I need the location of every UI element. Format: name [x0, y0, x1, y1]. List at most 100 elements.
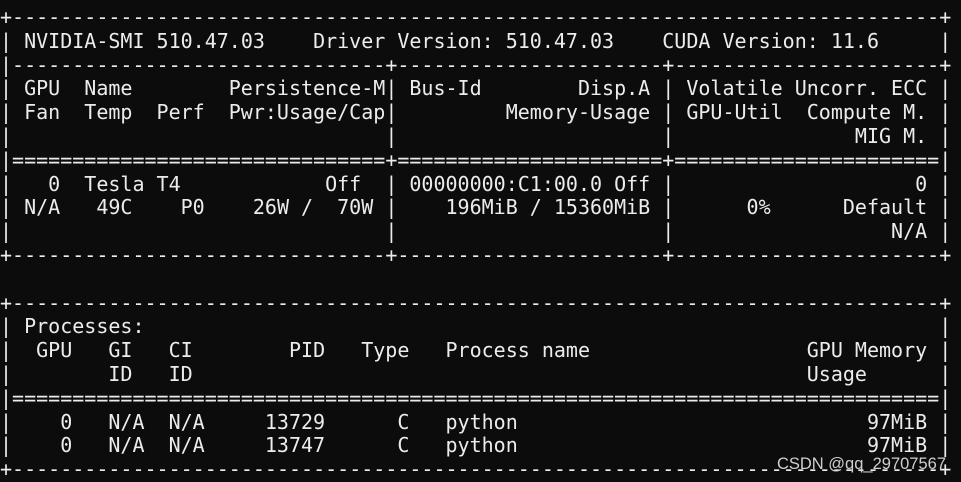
perf-state: P0: [180, 195, 205, 220]
proc-gpu: 0: [60, 433, 73, 458]
col-header-gpu-util: GPU-Util: [686, 100, 783, 125]
frame-border: |: [0, 123, 13, 148]
col-header-persistence: Persistence-M: [228, 76, 386, 101]
proc-col-gpu-memory: GPU Memory: [806, 338, 928, 363]
processes-header-line: | ID ID Usage |: [0, 361, 961, 387]
display-active: Off: [614, 171, 651, 196]
compute-mode: Default: [842, 195, 928, 220]
processes-title: Processes:: [24, 314, 145, 339]
gpu-table-header-line: | Fan Temp Perf Pwr:Usage/Cap | Memory-U…: [0, 100, 961, 125]
proc-gi: N/A: [108, 433, 145, 458]
frame-border: |: [0, 433, 13, 458]
frame-border: |: [939, 195, 952, 220]
frame-border: |: [0, 409, 13, 434]
process-row: | 0 N/A N/A 13729 C python 97MiB |: [0, 409, 961, 435]
col-header-disp: Disp.A: [577, 76, 651, 101]
frame-border: |: [662, 171, 675, 196]
frame-border: |: [939, 409, 952, 434]
frame-border: |: [0, 100, 13, 125]
terminal-window[interactable]: +---------------------------------------…: [0, 0, 961, 482]
frame-border: |: [939, 28, 952, 53]
col-header-mig-mode: MIG M.: [854, 123, 928, 148]
frame-border: |: [0, 219, 13, 244]
frame-border: |: [385, 219, 398, 244]
gpu-name: Tesla T4: [84, 171, 181, 196]
watermark: CSDN @qq_29707567: [776, 455, 946, 473]
col-header-bus-id: Bus-Id: [409, 76, 482, 101]
proc-col-process-name: Process name: [445, 338, 591, 363]
frame-border: |: [0, 195, 13, 220]
gpu-utilization: 0%: [746, 195, 771, 220]
memory-used: 196MiB: [445, 195, 518, 220]
frame-bottom-rule: +-------------------------------+-------…: [0, 242, 952, 267]
smi-label: NVIDIA-SMI: [24, 28, 145, 53]
proc-col-gpu-memory-usage: Usage: [806, 361, 867, 386]
terminal-line: +---------------------------------------…: [0, 290, 961, 316]
driver-version-label: Driver Version:: [313, 28, 494, 53]
terminal-line: |-------------------------------+-------…: [0, 52, 961, 78]
gpu-row: | | | N/A |: [0, 219, 961, 244]
col-header-power: Pwr:Usage/Cap: [228, 100, 386, 125]
col-header-name: Name: [84, 76, 133, 101]
proc-gpu: 0: [60, 409, 73, 434]
frame-border: |: [385, 195, 398, 220]
frame-border: |: [662, 195, 675, 220]
smi-version: 510.47.03: [156, 28, 265, 53]
frame-border: |: [0, 361, 13, 386]
proc-type: C: [397, 409, 410, 434]
fan-speed: N/A: [24, 195, 61, 220]
frame-border: |: [0, 28, 13, 53]
col-header-compute-mode: Compute M.: [806, 100, 928, 125]
proc-col-type: Type: [361, 338, 410, 363]
cuda-version-label: CUDA Version:: [662, 28, 819, 53]
proc-col-gi: GI: [108, 338, 133, 363]
terminal-line: |===============================+=======…: [0, 148, 961, 173]
frame-border: |: [662, 100, 675, 125]
memory-separator: /: [529, 195, 542, 220]
frame-border: |: [939, 171, 952, 196]
frame-border: |: [662, 123, 675, 148]
processes-top-rule: +---------------------------------------…: [0, 290, 952, 315]
frame-border: |: [0, 171, 13, 196]
power-separator: /: [301, 195, 314, 220]
frame-top-rule: +---------------------------------------…: [0, 5, 952, 29]
proc-ci: N/A: [168, 409, 205, 434]
col-header-temp: Temp: [84, 100, 133, 125]
frame-border: |: [939, 123, 952, 148]
frame-border: |: [662, 219, 675, 244]
gpu-row: | 0 Tesla T4 Off | 00000000:C1:00.0 Off …: [0, 171, 961, 197]
frame-border: |: [0, 76, 13, 101]
frame-border: |: [385, 100, 398, 125]
memory-total: 15360MiB: [553, 195, 651, 220]
frame-header-rule: |-------------------------------+-------…: [0, 52, 952, 77]
power-cap: 70W: [337, 195, 374, 220]
gpu-temp: 49C: [96, 195, 133, 220]
smi-header-line: | NVIDIA-SMI 510.47.03 Driver Version: 5…: [0, 28, 961, 54]
col-header-memory-usage: Memory-Usage: [505, 100, 651, 125]
power-usage: 26W: [252, 195, 289, 220]
cuda-version: 11.6: [830, 28, 879, 53]
bus-id: 00000000:C1:00.0: [409, 171, 603, 196]
processes-double-rule: |=======================================…: [0, 385, 952, 410]
processes-title-line: | Processes: |: [0, 315, 961, 339]
proc-pid: 13747: [264, 433, 326, 458]
col-header-perf: Perf: [156, 100, 205, 125]
frame-border: |: [939, 100, 952, 125]
proc-name: python: [445, 433, 518, 458]
processes-header-line: | GPU GI CI PID Type Process name GPU Me…: [0, 338, 961, 363]
gpu-table-header-line: | | | MIG M. |: [0, 123, 961, 149]
proc-col-ci-id: ID: [168, 361, 193, 386]
frame-border: |: [939, 314, 952, 339]
gpu-index: 0: [48, 171, 61, 196]
mig-mode: N/A: [891, 219, 928, 244]
proc-col-ci: CI: [168, 338, 193, 363]
terminal-line: +-------------------------------+-------…: [0, 242, 961, 268]
ecc-errors: 0: [915, 171, 928, 196]
proc-gpu-memory: 97MiB: [866, 409, 928, 434]
proc-gi: N/A: [108, 409, 145, 434]
col-header-volatile-ecc: Volatile Uncorr. ECC: [686, 76, 928, 101]
gpu-table-header-line: | GPU Name Persistence-M | Bus-Id Disp.A…: [0, 77, 961, 101]
frame-border: |: [662, 76, 675, 101]
col-header-gpu: GPU: [24, 76, 61, 101]
